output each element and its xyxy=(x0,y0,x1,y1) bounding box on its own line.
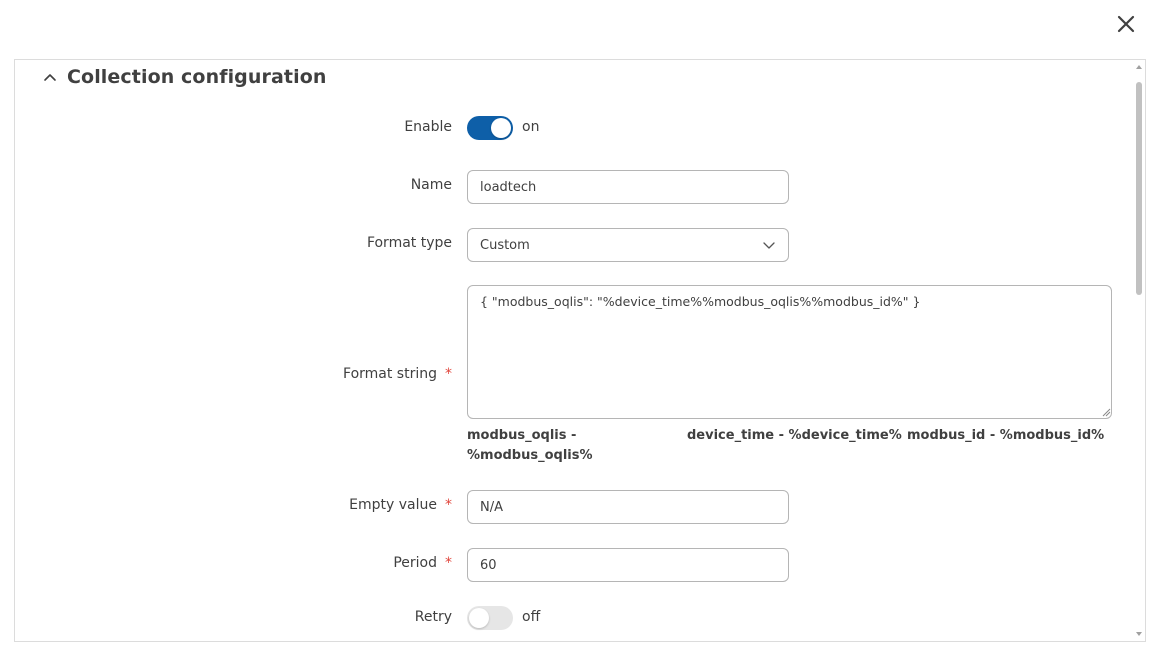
required-marker: * xyxy=(445,555,452,571)
section-header[interactable]: Collection configuration xyxy=(43,66,326,88)
scrollbar[interactable] xyxy=(1133,60,1145,641)
format-string-textarea[interactable]: { "modbus_oqlis": "%device_time%%modbus_… xyxy=(467,285,1112,419)
required-marker: * xyxy=(445,497,452,513)
scroll-down-arrow-icon[interactable] xyxy=(1135,630,1143,638)
scroll-up-arrow-icon[interactable] xyxy=(1135,63,1143,71)
retry-toggle[interactable] xyxy=(467,606,513,630)
toggle-knob xyxy=(491,118,511,138)
retry-label: Retry xyxy=(414,609,452,625)
collection-configuration-panel: Collection configuration Enable on Name … xyxy=(14,59,1146,642)
period-label: Period * xyxy=(393,555,452,571)
hint-modbus-id: modbus_id - %modbus_id% xyxy=(907,428,1105,443)
enable-state-text: on xyxy=(522,119,540,135)
resize-handle-icon[interactable] xyxy=(1101,407,1111,417)
scrollbar-thumb[interactable] xyxy=(1136,82,1142,295)
close-icon xyxy=(1117,15,1135,33)
required-marker: * xyxy=(445,366,452,382)
format-type-label: Format type xyxy=(366,235,452,251)
period-input[interactable] xyxy=(467,548,789,582)
enable-label: Enable xyxy=(404,119,452,135)
empty-value-label: Empty value * xyxy=(349,497,452,513)
chevron-up-icon xyxy=(44,74,56,81)
name-input[interactable] xyxy=(467,170,789,204)
empty-value-input[interactable] xyxy=(467,490,789,524)
chevron-down-icon xyxy=(763,242,775,249)
section-title: Collection configuration xyxy=(67,66,327,88)
name-label: Name xyxy=(410,177,452,193)
toggle-knob xyxy=(469,608,489,628)
hint-device-time: device_time - %device_time% xyxy=(687,428,902,443)
enable-toggle[interactable] xyxy=(467,116,513,140)
format-type-value: Custom xyxy=(480,237,530,253)
hint-modbus-oqlis: modbus_oqlis - %modbus_oqlis% xyxy=(467,428,593,463)
format-string-label: Format string * xyxy=(343,366,452,382)
close-button[interactable] xyxy=(1114,12,1138,36)
format-type-select[interactable]: Custom xyxy=(467,228,789,262)
retry-state-text: off xyxy=(522,609,541,625)
